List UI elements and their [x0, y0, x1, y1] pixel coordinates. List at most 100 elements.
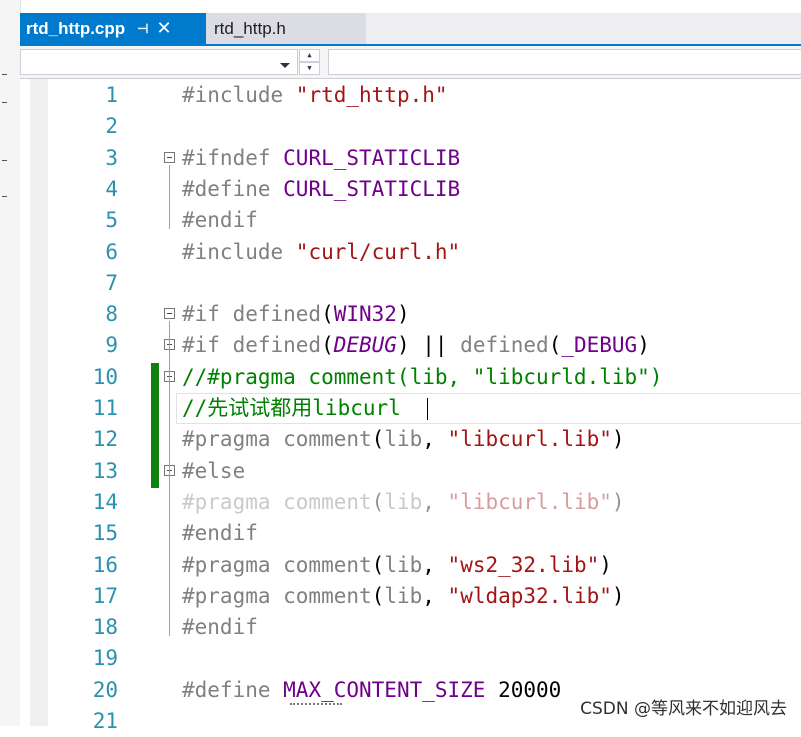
- code-line[interactable]: 15 #endif: [0, 518, 801, 549]
- code-token: #pragma comment: [182, 584, 372, 608]
- code-text: #include "rtd_http.h": [182, 80, 448, 111]
- line-number: 20: [92, 678, 118, 702]
- line-number: 8: [105, 302, 118, 326]
- code-token: #define: [182, 678, 284, 702]
- intellisense-suggestion-dots: [290, 703, 342, 705]
- code-line[interactable]: 6 #include "curl/curl.h": [0, 237, 801, 268]
- code-line[interactable]: 19: [0, 643, 801, 674]
- code-token: "wldap32.lib": [447, 584, 612, 608]
- code-line[interactable]: 18 #endif: [0, 612, 801, 643]
- code-token: (: [371, 490, 385, 514]
- code-line[interactable]: 5 #endif: [0, 205, 801, 236]
- code-line[interactable]: 1 #include "rtd_http.h": [0, 80, 801, 111]
- line-number: 15: [92, 521, 118, 545]
- watermark: CSDN @等风来不如迎风去: [580, 699, 787, 719]
- code-token: MAX_CONTENT_SIZE: [283, 678, 486, 702]
- code-token: #endif: [182, 615, 258, 639]
- code-line[interactable]: 10 //#pragma comment(lib, "libcurld.lib"): [0, 362, 801, 393]
- code-token: #include: [182, 83, 296, 107]
- line-number: 1: [105, 83, 118, 107]
- code-token: #pragma comment: [182, 553, 372, 577]
- code-token: #endif: [182, 521, 258, 545]
- code-line[interactable]: 16 #pragma comment(lib, "ws2_32.lib"): [0, 550, 801, 581]
- line-number: 5: [105, 208, 118, 232]
- code-line[interactable]: 9 #if defined(DEBUG) || defined(_DEBUG): [0, 330, 801, 361]
- scope-dropdown[interactable]: [20, 49, 298, 75]
- code-token: "libcurl.lib": [447, 427, 612, 451]
- tab-rtd-http-cpp[interactable]: rtd_http.cpp ⊣ ✕: [20, 13, 206, 44]
- text-caret: [427, 398, 428, 420]
- code-token: (: [321, 333, 334, 357]
- code-text: //#pragma comment(lib, "libcurld.lib"): [182, 362, 662, 393]
- line-number: 6: [105, 240, 118, 264]
- code-text: #if defined(DEBUG) || defined(_DEBUG): [182, 330, 650, 361]
- code-line[interactable]: 8 #if defined(WIN32): [0, 299, 801, 330]
- code-token: ): [637, 333, 650, 357]
- code-text: //先试试都用libcurl: [182, 393, 401, 424]
- code-text: #else: [182, 456, 245, 487]
- code-token: #pragma comment: [182, 490, 372, 514]
- collapse-icon[interactable]: [164, 152, 175, 163]
- strip-glyph: [2, 74, 7, 75]
- chevron-down-icon[interactable]: [280, 63, 290, 68]
- outline-guide: [169, 165, 170, 229]
- line-number: 21: [92, 709, 118, 733]
- code-token: ): [611, 490, 625, 514]
- code-token: lib: [384, 553, 423, 577]
- tab-label: rtd_http.cpp: [26, 18, 126, 38]
- code-token: lib: [384, 490, 423, 514]
- code-line[interactable]: 7: [0, 268, 801, 299]
- code-line[interactable]: 3 #ifndef CURL_STATICLIB: [0, 143, 801, 174]
- line-number: 17: [92, 584, 118, 608]
- code-token: #pragma comment: [182, 427, 372, 451]
- code-token: //先试试都用libcurl: [182, 396, 401, 420]
- code-token: ,: [422, 427, 448, 451]
- code-token: #define: [182, 177, 284, 201]
- code-text: #define MAX_CONTENT_SIZE 20000: [182, 675, 561, 706]
- tab-rtd-http-h[interactable]: rtd_http.h: [206, 13, 366, 44]
- nav-spinner[interactable]: ▲ ▼: [299, 49, 320, 75]
- code-token: defined: [460, 333, 549, 357]
- code-text: #pragma comment(lib, "wldap32.lib"): [182, 581, 625, 612]
- line-number: 19: [92, 646, 118, 670]
- code-token: ,: [422, 553, 448, 577]
- code-token: ): [611, 584, 625, 608]
- code-token: WIN32: [333, 302, 397, 326]
- code-text: #endif: [182, 612, 258, 643]
- line-number: 16: [92, 553, 118, 577]
- code-token: "libcurl.lib": [447, 490, 612, 514]
- document-tab-bar: rtd_http.cpp ⊣ ✕ rtd_http.h: [20, 13, 801, 44]
- navigation-bar: ▲ ▼: [20, 46, 801, 79]
- code-text: #endif: [182, 518, 258, 549]
- code-line[interactable]: 14 #pragma comment(lib, "libcurl.lib"): [0, 487, 801, 518]
- member-dropdown[interactable]: [328, 49, 801, 75]
- code-token: #endif: [182, 208, 258, 232]
- outline-guide: [169, 321, 170, 636]
- code-token: (: [371, 584, 385, 608]
- spin-up-icon[interactable]: ▲: [299, 49, 320, 62]
- code-line[interactable]: 11 //先试试都用libcurl: [0, 393, 801, 424]
- code-token: #else: [182, 459, 246, 483]
- code-token: ): [396, 302, 410, 326]
- close-icon[interactable]: ✕: [156, 18, 171, 39]
- code-token: ,: [422, 584, 448, 608]
- code-token: #ifndef: [182, 146, 284, 170]
- line-number: 13: [92, 459, 118, 483]
- code-line[interactable]: 12 #pragma comment(lib, "libcurl.lib"): [0, 424, 801, 455]
- code-token: (: [371, 553, 385, 577]
- code-token: lib: [384, 427, 423, 451]
- line-number: 10: [92, 365, 118, 389]
- code-token: 20000: [485, 678, 562, 702]
- spin-down-icon[interactable]: ▼: [299, 62, 320, 75]
- pin-icon[interactable]: ⊣: [137, 21, 148, 37]
- collapse-icon[interactable]: [164, 308, 175, 319]
- code-token: #include: [182, 240, 296, 264]
- line-number: 12: [92, 427, 118, 451]
- line-number: 7: [105, 271, 118, 295]
- code-line[interactable]: 2: [0, 111, 801, 142]
- code-line[interactable]: 17 #pragma comment(lib, "wldap32.lib"): [0, 581, 801, 612]
- code-line[interactable]: 13 #else: [0, 456, 801, 487]
- code-text: #pragma comment(lib, "ws2_32.lib"): [182, 550, 612, 581]
- code-line[interactable]: 4 #define CURL_STATICLIB: [0, 174, 801, 205]
- code-text: #if defined(WIN32): [182, 299, 410, 330]
